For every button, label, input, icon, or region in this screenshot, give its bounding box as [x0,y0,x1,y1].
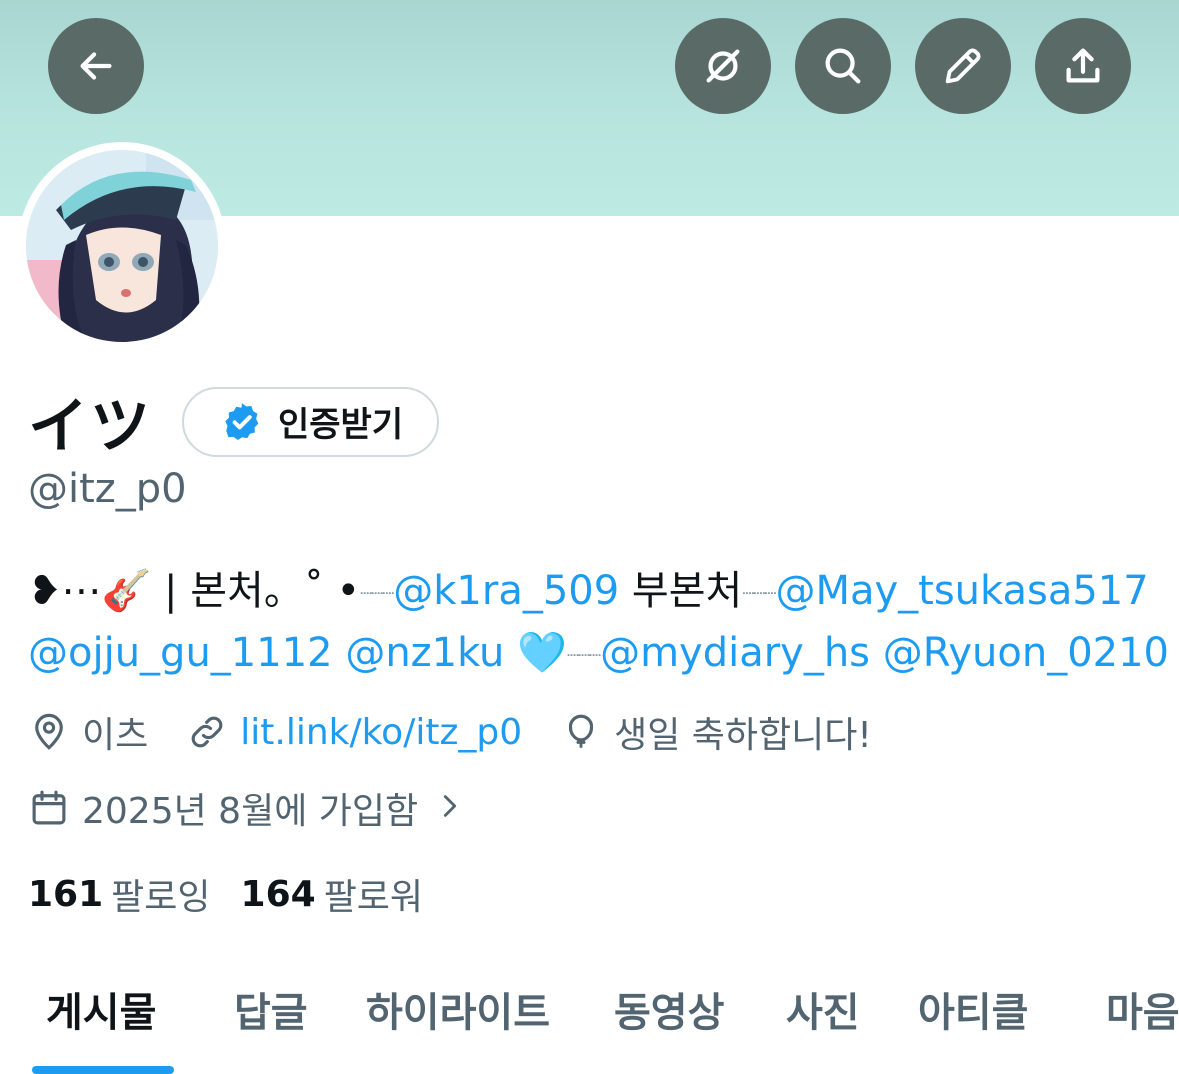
search-icon [825,48,861,84]
tab-photos[interactable]: 사진 [786,980,860,1038]
bio-mention[interactable]: @nz1ku [345,630,504,676]
get-verified-button[interactable]: 인증받기 [182,386,440,457]
grok-button[interactable] [675,18,771,114]
bio-mention[interactable]: @ojju_gu_1112 [28,630,333,676]
back-arrow-icon [80,52,112,80]
search-button[interactable] [795,18,891,114]
bio-mention[interactable]: @k1ra_509 [393,568,619,614]
birthday-item: 생일 축하합니다! [560,706,872,758]
user-handle: @itz_p0 [28,466,187,512]
location-item: 이츠 [28,706,148,758]
joined-date-text: 2025년 8월에 가입함 [82,791,419,832]
get-verified-label: 인증받기 [278,405,404,445]
profile-tabs: 게시물 답글 하이라이트 동영상 사진 아티클 마음 [0,970,1179,1074]
bio-dots: ┈┈┈ [566,643,601,667]
followers-label[interactable]: 팔로워 [324,868,423,920]
website-link[interactable]: lit.link/ko/itz_p0 [240,712,522,753]
bio-emoji: 🩵 [517,630,567,676]
bio: ❥⋯🎸 | 본처。˚ •┈┈┈@k1ra_509 부본처┈┈┈@May_tsuk… [28,560,1169,684]
edit-button[interactable] [915,18,1011,114]
bio-mention[interactable]: @mydiary_hs [600,630,870,676]
bio-dots: ┈┈┈ [742,581,776,605]
tab-replies[interactable]: 답글 [234,980,308,1038]
location-text: 이츠 [82,715,149,756]
following-label[interactable]: 팔로잉 [111,868,210,920]
verified-badge-icon [225,402,259,440]
active-tab-indicator [32,1066,174,1074]
tab-likes[interactable]: 마음 [1106,980,1179,1038]
tab-articles[interactable]: 아티클 [918,980,1028,1038]
bio-mention[interactable]: @Ryuon_0210 [883,630,1169,676]
chevron-right-icon [444,794,457,817]
pencil-icon [945,48,981,84]
bio-mention[interactable]: @May_tsukasa517 [775,568,1148,614]
website-item[interactable]: lit.link/ko/itz_p0 [186,711,522,753]
avatar[interactable] [18,142,226,350]
bio-text: ❥⋯🎸 | 본처。˚ • [28,568,361,614]
followers-count[interactable]: 164 [241,874,316,915]
display-name: イツ [28,392,152,462]
tab-posts[interactable]: 게시물 [46,980,156,1038]
calendar-icon [32,790,66,825]
following-count[interactable]: 161 [28,874,103,915]
birthday-text: 생일 축하합니다! [614,715,872,756]
tab-videos[interactable]: 동영상 [614,980,724,1038]
joined-date-item[interactable]: 2025년 8월에 가입함 [28,780,476,836]
link-icon [191,716,223,748]
share-button[interactable] [1035,18,1131,114]
bio-text: 부본처 [619,568,743,614]
grok-icon [706,49,740,83]
location-pin-icon [35,713,63,750]
bio-dots: ┈┈┈ [360,581,394,605]
tab-highlights[interactable]: 하이라이트 [366,980,550,1038]
balloon-icon [569,714,594,748]
share-icon [1066,48,1100,83]
avatar-image [26,150,218,342]
back-button[interactable] [48,18,144,114]
